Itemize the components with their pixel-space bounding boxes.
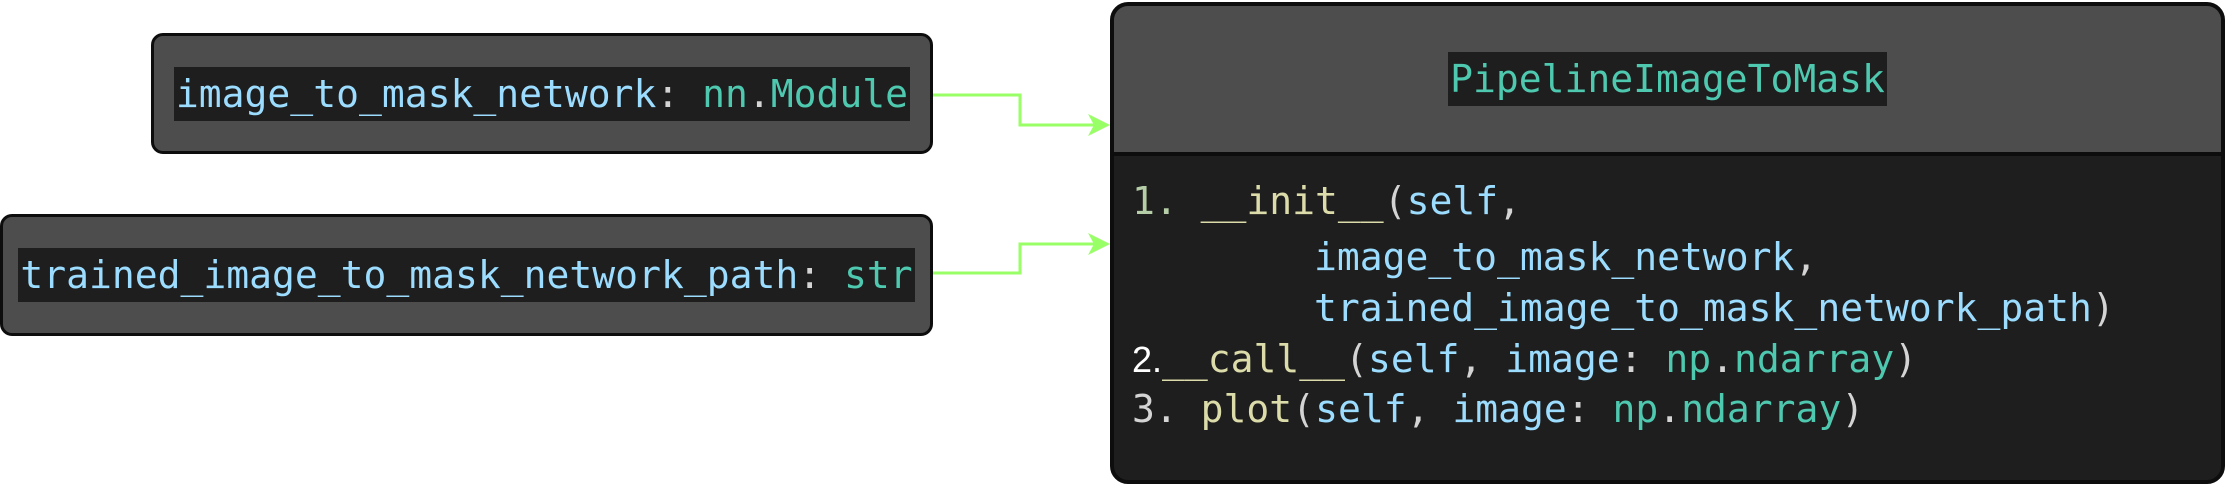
class-title: PipelineImageToMask xyxy=(1448,52,1887,106)
param-label: image_to_mask_network: nn.Module xyxy=(173,66,911,121)
method-init-arg-path: trained_image_to_mask_network_path) xyxy=(1314,286,2115,330)
method-init: 1. __init__(self, xyxy=(1132,179,1521,223)
method-plot: 3. plot(self, image: np.ndarray) xyxy=(1132,387,1865,431)
class-box: PipelineImageToMask 1. __init__(self, im… xyxy=(1110,2,2225,484)
arrow-network-to-class xyxy=(933,93,1100,127)
method-init-arg-network: image_to_mask_network, xyxy=(1314,235,1818,279)
class-header: PipelineImageToMask xyxy=(1114,6,2221,156)
method-call: 2.__call__(self, image: np.ndarray) xyxy=(1132,337,1918,381)
arrow-path-to-class xyxy=(933,242,1100,275)
input-trained-network-path: trained_image_to_mask_network_path: str xyxy=(0,214,933,336)
param-label: trained_image_to_mask_network_path: str xyxy=(18,248,915,302)
input-image-to-mask-network: image_to_mask_network: nn.Module xyxy=(151,33,933,154)
